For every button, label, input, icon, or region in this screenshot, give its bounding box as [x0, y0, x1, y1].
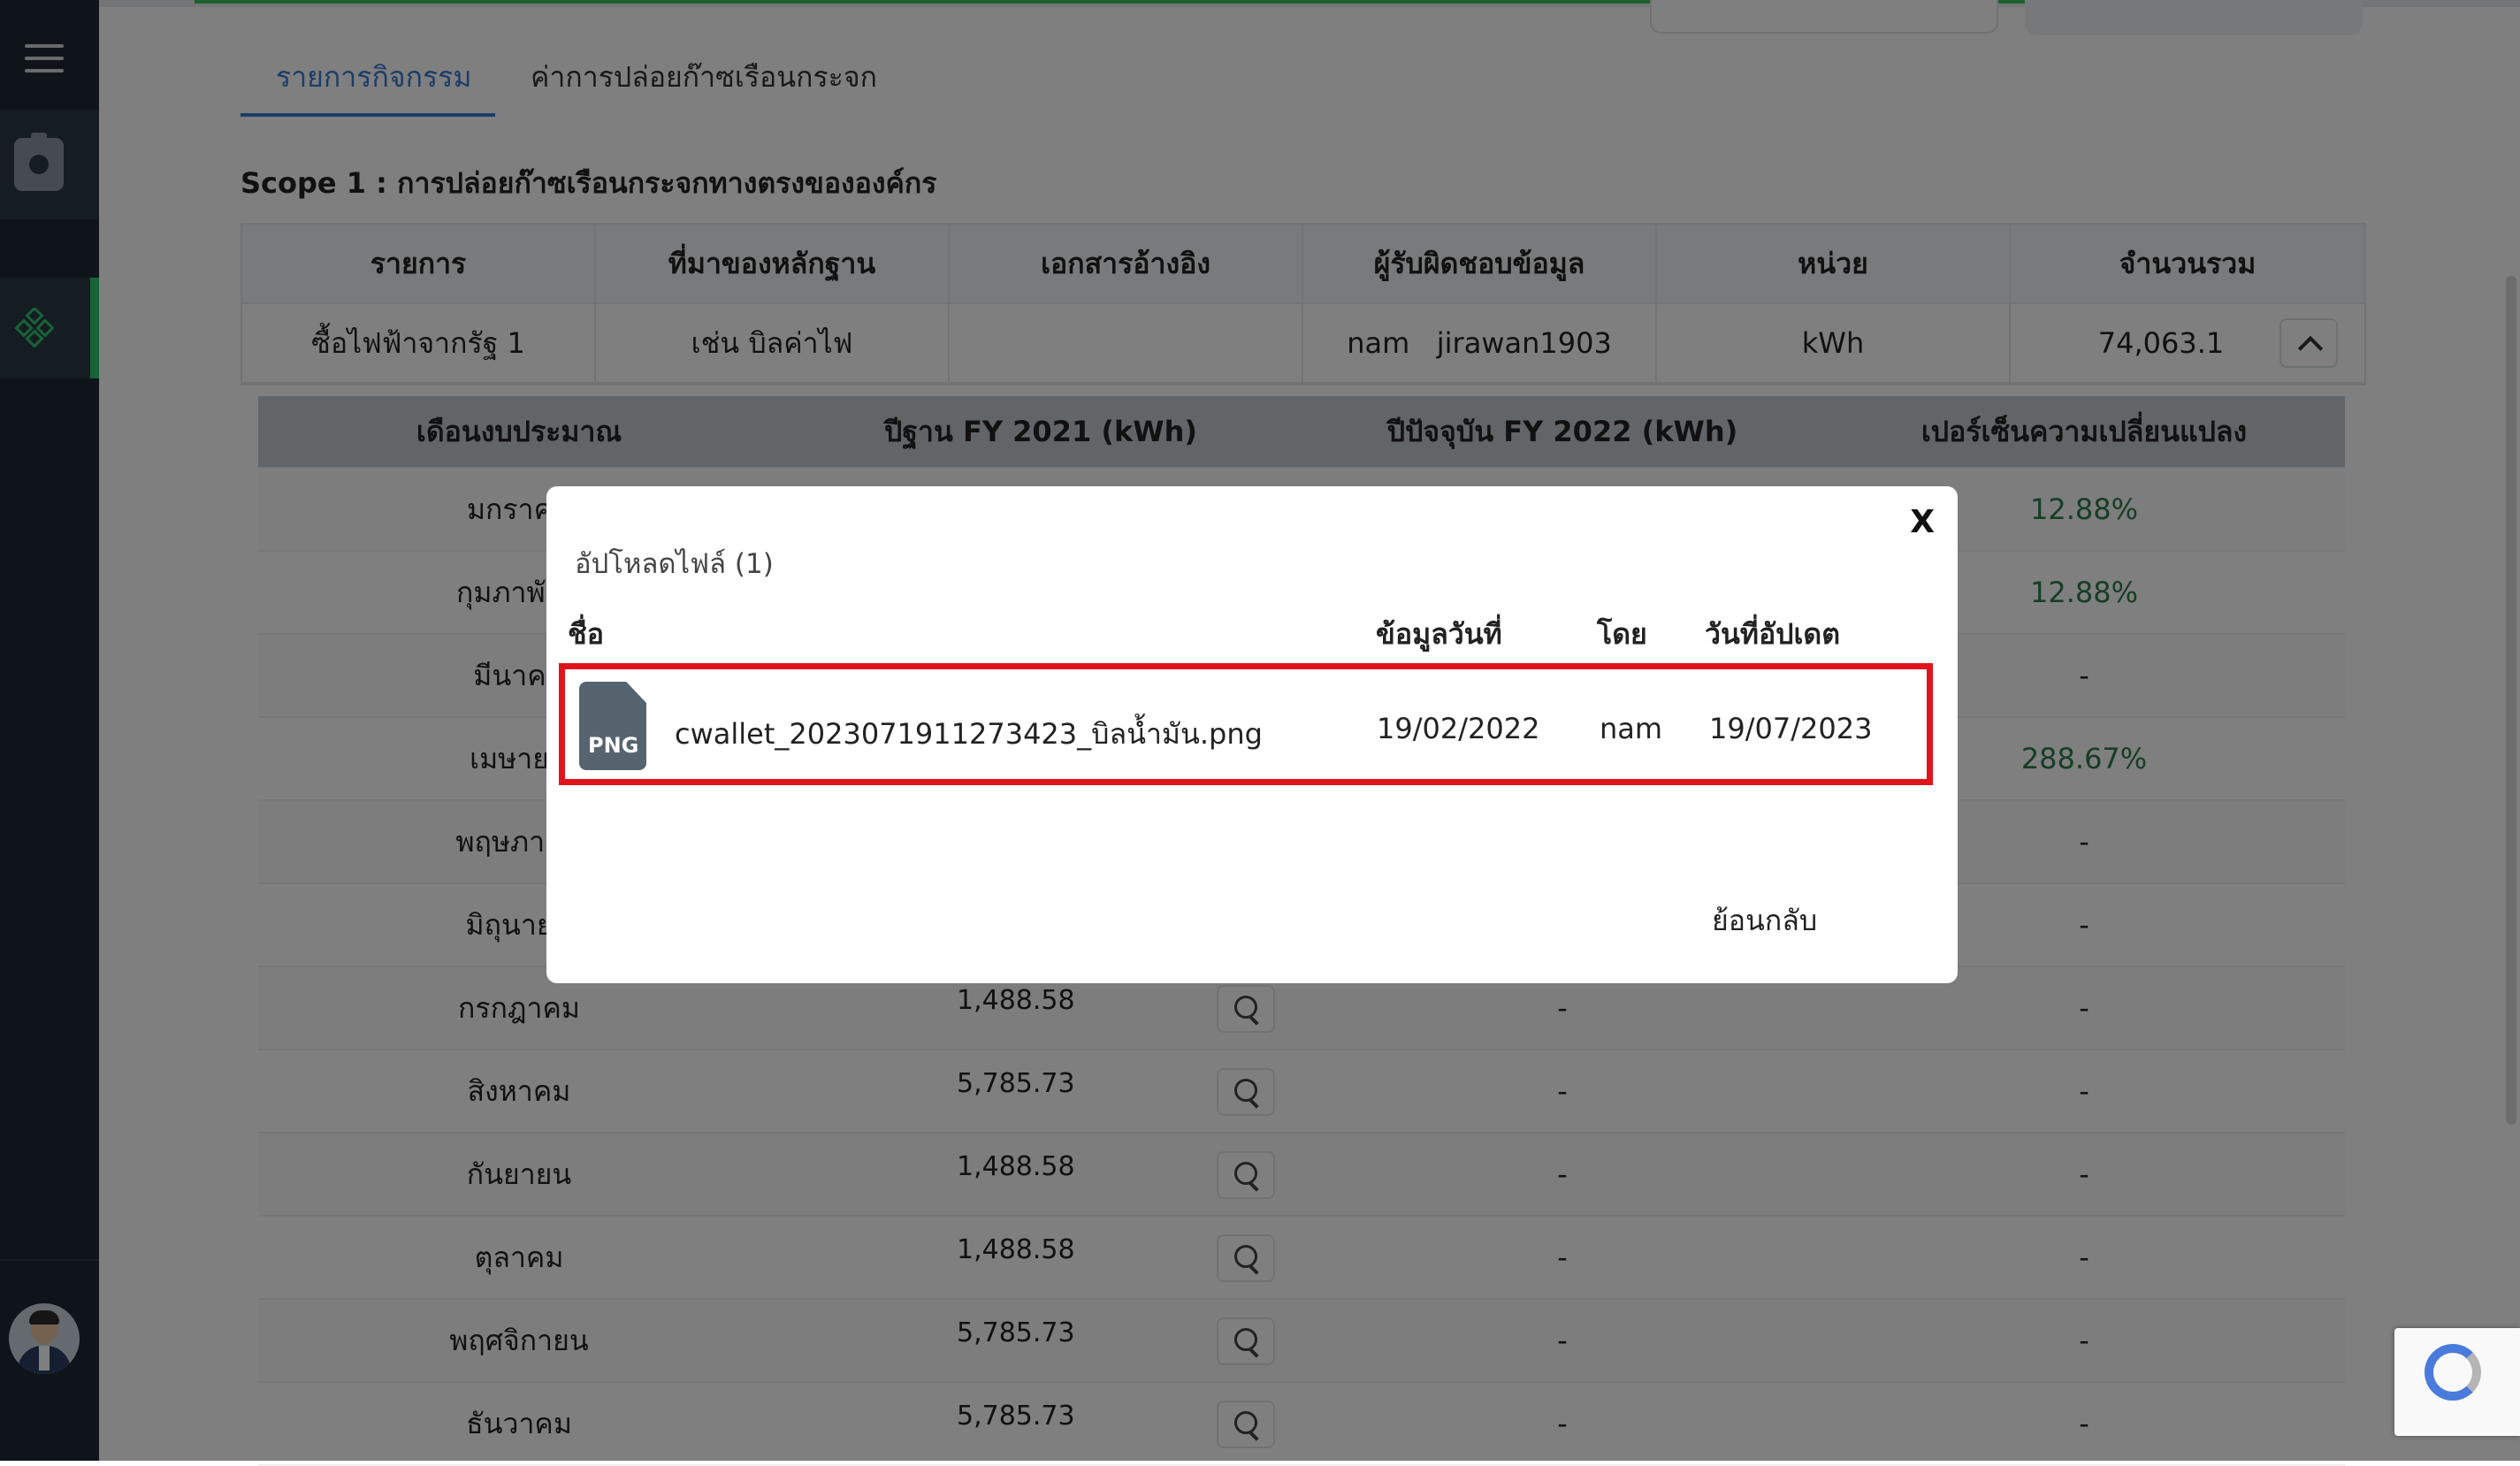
- col-updated: วันที่อัปเดต: [1705, 617, 1840, 651]
- upload-files-modal: X อัปโหลดไฟล์ (1) ชื่อ ข้อมูลวันที่ โดย …: [546, 486, 1958, 983]
- modal-title: อัปโหลดไฟล์ (1): [575, 548, 774, 580]
- file-name[interactable]: cwallet_20230719112734​23_บิลน้ำมัน.png: [675, 712, 1263, 757]
- scrollbar[interactable]: [2506, 276, 2516, 1125]
- col-data-date: ข้อมูลวันที่: [1376, 617, 1502, 651]
- back-button[interactable]: ย้อนกลับ: [1712, 898, 1817, 943]
- close-icon[interactable]: X: [1910, 504, 1935, 540]
- file-row[interactable]: PNG cwallet_20230719112734​23_บิลน้ำมัน.…: [559, 663, 1933, 785]
- recaptcha-badge[interactable]: [2394, 1328, 2520, 1436]
- file-updated: 19/07/2023: [1709, 712, 1873, 745]
- recaptcha-icon: [2425, 1344, 2481, 1401]
- col-by: โดย: [1597, 617, 1647, 651]
- file-uploader: nam: [1600, 712, 1663, 745]
- file-data-date: 19/02/2022: [1377, 712, 1540, 745]
- file-type-label: PNG: [588, 733, 639, 758]
- col-file-name: ชื่อ: [568, 617, 604, 651]
- png-file-icon: PNG: [579, 682, 646, 770]
